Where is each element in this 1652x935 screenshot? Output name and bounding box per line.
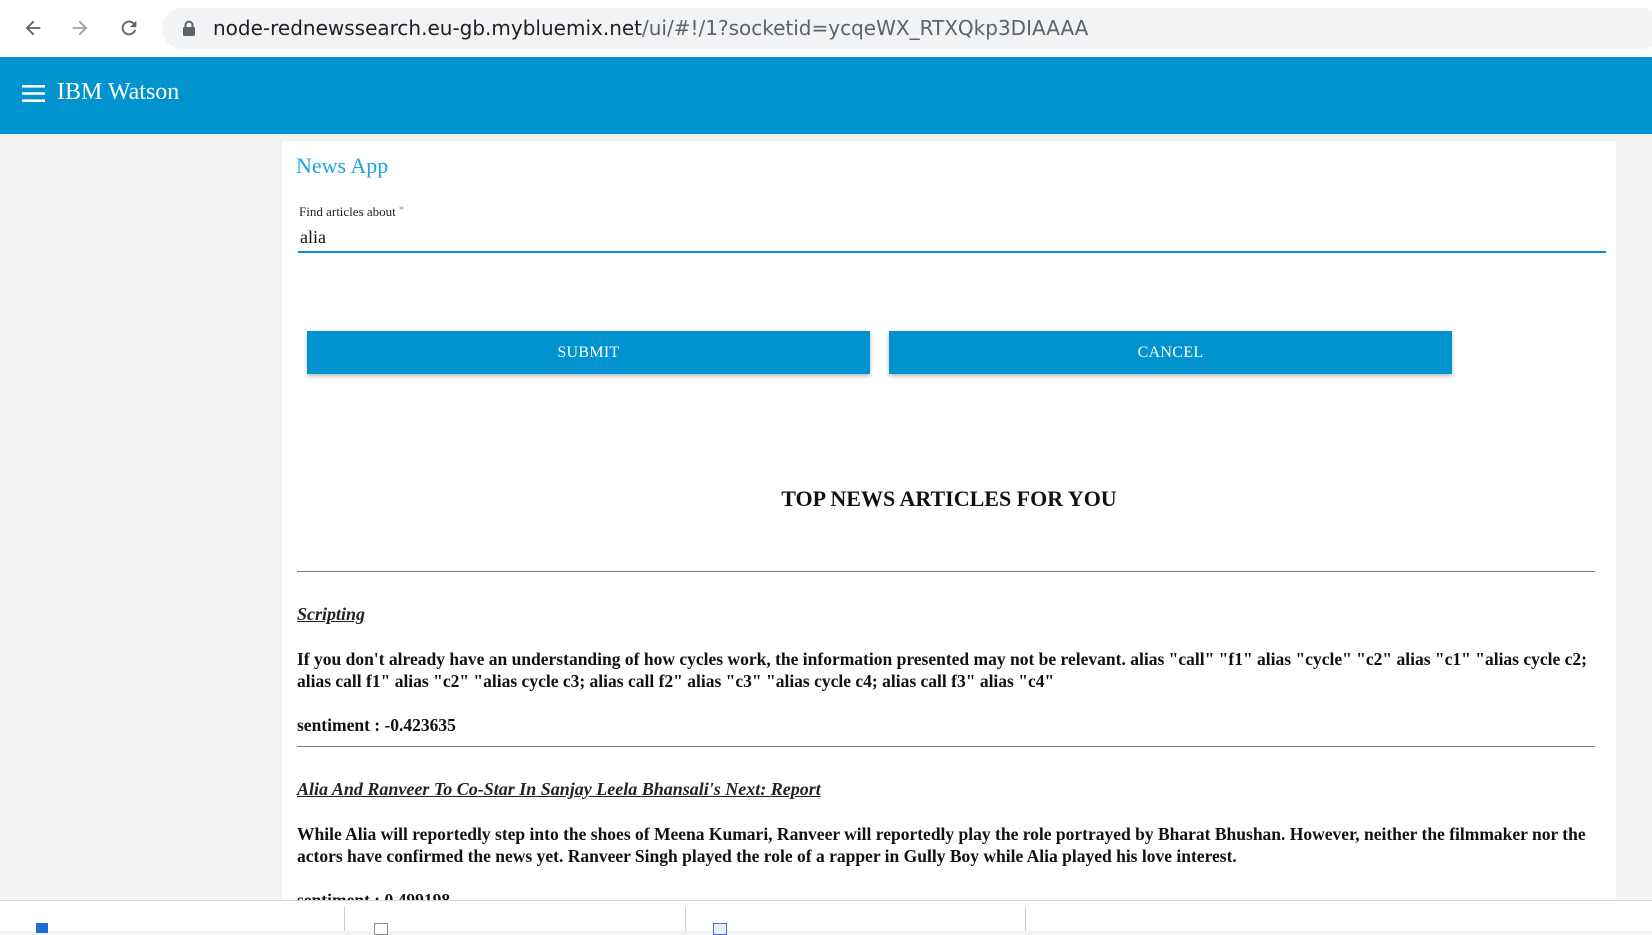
divider [297,746,1595,747]
forward-button[interactable] [62,10,98,46]
article-title[interactable]: Alia And Ranveer To Co-Star In Sanjay Le… [297,779,821,800]
divider [297,571,1595,572]
article-sentiment: sentiment : -0.423635 [297,715,456,735]
url-text: node-rednewssearch.eu-gb.mybluemix.net/u… [213,16,1088,40]
app-icon[interactable] [36,923,48,933]
article-body: If you don't already have an understandi… [297,649,1588,691]
arrow-left-icon [25,20,41,36]
search-field-label-text: Find articles about [299,204,396,219]
submit-button[interactable]: SUBMIT [307,331,870,374]
app-title: IBM Watson [57,79,180,105]
address-bar[interactable]: node-rednewssearch.eu-gb.mybluemix.net/u… [162,8,1652,49]
section-heading: TOP NEWS ARTICLES FOR YOU [781,486,1117,511]
lock-icon [182,20,196,42]
article-body: While Alia will reportedly step into the… [297,824,1586,866]
back-button[interactable] [15,10,51,46]
taskbar-divider [685,907,686,931]
url-host: node-rednewssearch.eu-gb.mybluemix.net [213,16,643,40]
reload-button[interactable] [111,10,147,46]
cancel-button[interactable]: CANCEL [889,331,1452,374]
document-icon[interactable] [713,923,727,935]
arrow-right-icon [72,20,88,36]
news-app-card: News App Find articles about* SUBMIT CAN… [282,141,1616,910]
app-header: IBM Watson [0,57,1652,134]
url-path: /ui/#!/1?socketid=ycqeWX_RTXQkp3DIAAAA [642,16,1089,40]
search-field-label: Find articles about * [299,204,404,220]
browser-toolbar: node-rednewssearch.eu-gb.mybluemix.net/u… [0,0,1652,58]
taskbar-divider [344,907,345,931]
taskbar [0,900,1652,935]
taskbar-divider [1025,907,1026,931]
reload-icon [121,20,137,36]
hamburger-menu-icon[interactable] [22,85,45,108]
document-icon[interactable] [374,923,388,935]
required-marker: * [398,204,405,216]
search-input[interactable] [298,223,1606,253]
card-title: News App [296,153,389,178]
article-title[interactable]: Scripting [297,604,365,625]
